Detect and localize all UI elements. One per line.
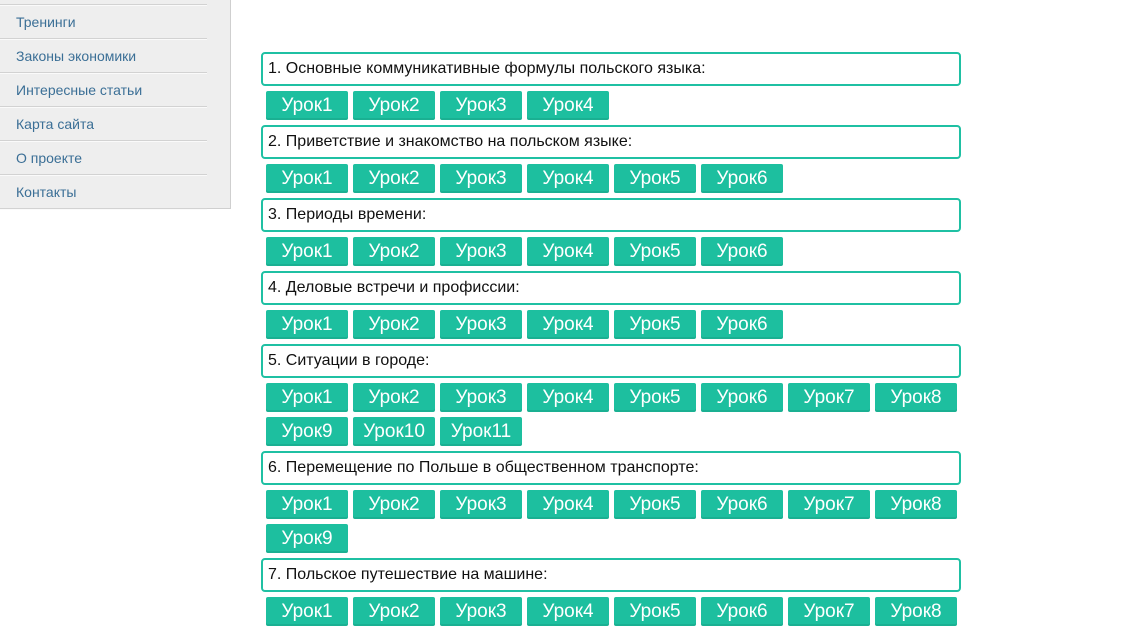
lesson-button[interactable]: Урок4: [527, 490, 609, 519]
lesson-button[interactable]: Урок2: [353, 597, 435, 626]
lesson-button[interactable]: Урок2: [353, 310, 435, 339]
lesson-button[interactable]: Урок1: [266, 383, 348, 412]
lesson-button[interactable]: Урок3: [440, 91, 522, 120]
lesson-button[interactable]: Урок6: [701, 164, 783, 193]
lesson-button[interactable]: Урок2: [353, 164, 435, 193]
lesson-button[interactable]: Урок4: [527, 91, 609, 120]
lesson-button[interactable]: Урок4: [527, 237, 609, 266]
lesson-button[interactable]: Урок3: [440, 310, 522, 339]
lesson-button[interactable]: Урок1: [266, 164, 348, 193]
lesson-button[interactable]: Урок7: [788, 597, 870, 626]
sidebar-divider: [0, 208, 207, 210]
lesson-button[interactable]: Урок8: [875, 490, 957, 519]
lesson-button[interactable]: Урок6: [701, 597, 783, 626]
lesson-button[interactable]: Урок2: [353, 490, 435, 519]
lesson-button[interactable]: Урок9: [266, 524, 348, 553]
sidebar-nav: Тренинги Законы экономики Интересные стать…: [0, 0, 231, 210]
lesson-button[interactable]: Урок10: [353, 417, 435, 446]
lesson-button[interactable]: Урок1: [266, 310, 348, 339]
sidebar-item-5[interactable]: О проекте: [16, 141, 206, 175]
lesson-button[interactable]: Урок3: [440, 490, 522, 519]
lesson-button[interactable]: Урок9: [266, 417, 348, 446]
lesson-button[interactable]: Урок2: [353, 237, 435, 266]
lesson-button[interactable]: Урок6: [701, 490, 783, 519]
lesson-button[interactable]: Урок4: [527, 310, 609, 339]
lesson-button[interactable]: Урок2: [353, 91, 435, 120]
lesson-button[interactable]: Урок6: [701, 237, 783, 266]
lesson-button[interactable]: Урок3: [440, 164, 522, 193]
lesson-button[interactable]: Урок8: [875, 597, 957, 626]
sidebar-item-6[interactable]: Контакты: [16, 175, 206, 209]
lesson-button[interactable]: Урок3: [440, 237, 522, 266]
lesson-button[interactable]: Урок4: [527, 383, 609, 412]
lesson-button[interactable]: Урок1: [266, 597, 348, 626]
lesson-button[interactable]: Урок1: [266, 91, 348, 120]
sidebar-item-4[interactable]: Карта сайта: [16, 107, 206, 141]
lesson-button[interactable]: Урок11: [440, 417, 522, 446]
sidebar-item-1[interactable]: Тренинги: [16, 5, 206, 39]
lesson-button[interactable]: Урок1: [266, 490, 348, 519]
lesson-button[interactable]: Урок5: [614, 597, 696, 626]
section-title: 7. Польское путешествие на машине:: [261, 558, 961, 592]
sidebar-item-3[interactable]: Интересные статьи: [16, 73, 206, 107]
section-title: 2. Приветствие и знакомство на польском …: [261, 125, 961, 159]
lesson-button[interactable]: Урок5: [614, 383, 696, 412]
section-title: 4. Деловые встречи и профиссии:: [261, 271, 961, 305]
lesson-button[interactable]: Урок5: [614, 310, 696, 339]
lesson-button[interactable]: Урок5: [614, 164, 696, 193]
lesson-button[interactable]: Урок2: [353, 383, 435, 412]
section-title: 3. Периоды времени:: [261, 198, 961, 232]
sidebar-divider: [0, 4, 207, 6]
lesson-button[interactable]: Урок5: [614, 237, 696, 266]
lesson-button[interactable]: Урок5: [614, 490, 696, 519]
lesson-button[interactable]: Урок4: [527, 597, 609, 626]
section-title: 5. Ситуации в городе:: [261, 344, 961, 378]
sidebar-item-2[interactable]: Законы экономики: [16, 39, 206, 73]
section-title: 6. Перемещение по Польше в общественном …: [261, 451, 961, 485]
lesson-button[interactable]: Урок3: [440, 383, 522, 412]
lesson-button[interactable]: Урок7: [788, 490, 870, 519]
lesson-button[interactable]: Урок6: [701, 310, 783, 339]
lesson-button[interactable]: Урок7: [788, 383, 870, 412]
lesson-button[interactable]: Урок3: [440, 597, 522, 626]
lesson-button[interactable]: Урок8: [875, 383, 957, 412]
lesson-button[interactable]: Урок1: [266, 237, 348, 266]
section-title: 1. Основные коммуникативные формулы поль…: [261, 52, 961, 86]
lesson-button[interactable]: Урок4: [527, 164, 609, 193]
lesson-button[interactable]: Урок6: [701, 383, 783, 412]
